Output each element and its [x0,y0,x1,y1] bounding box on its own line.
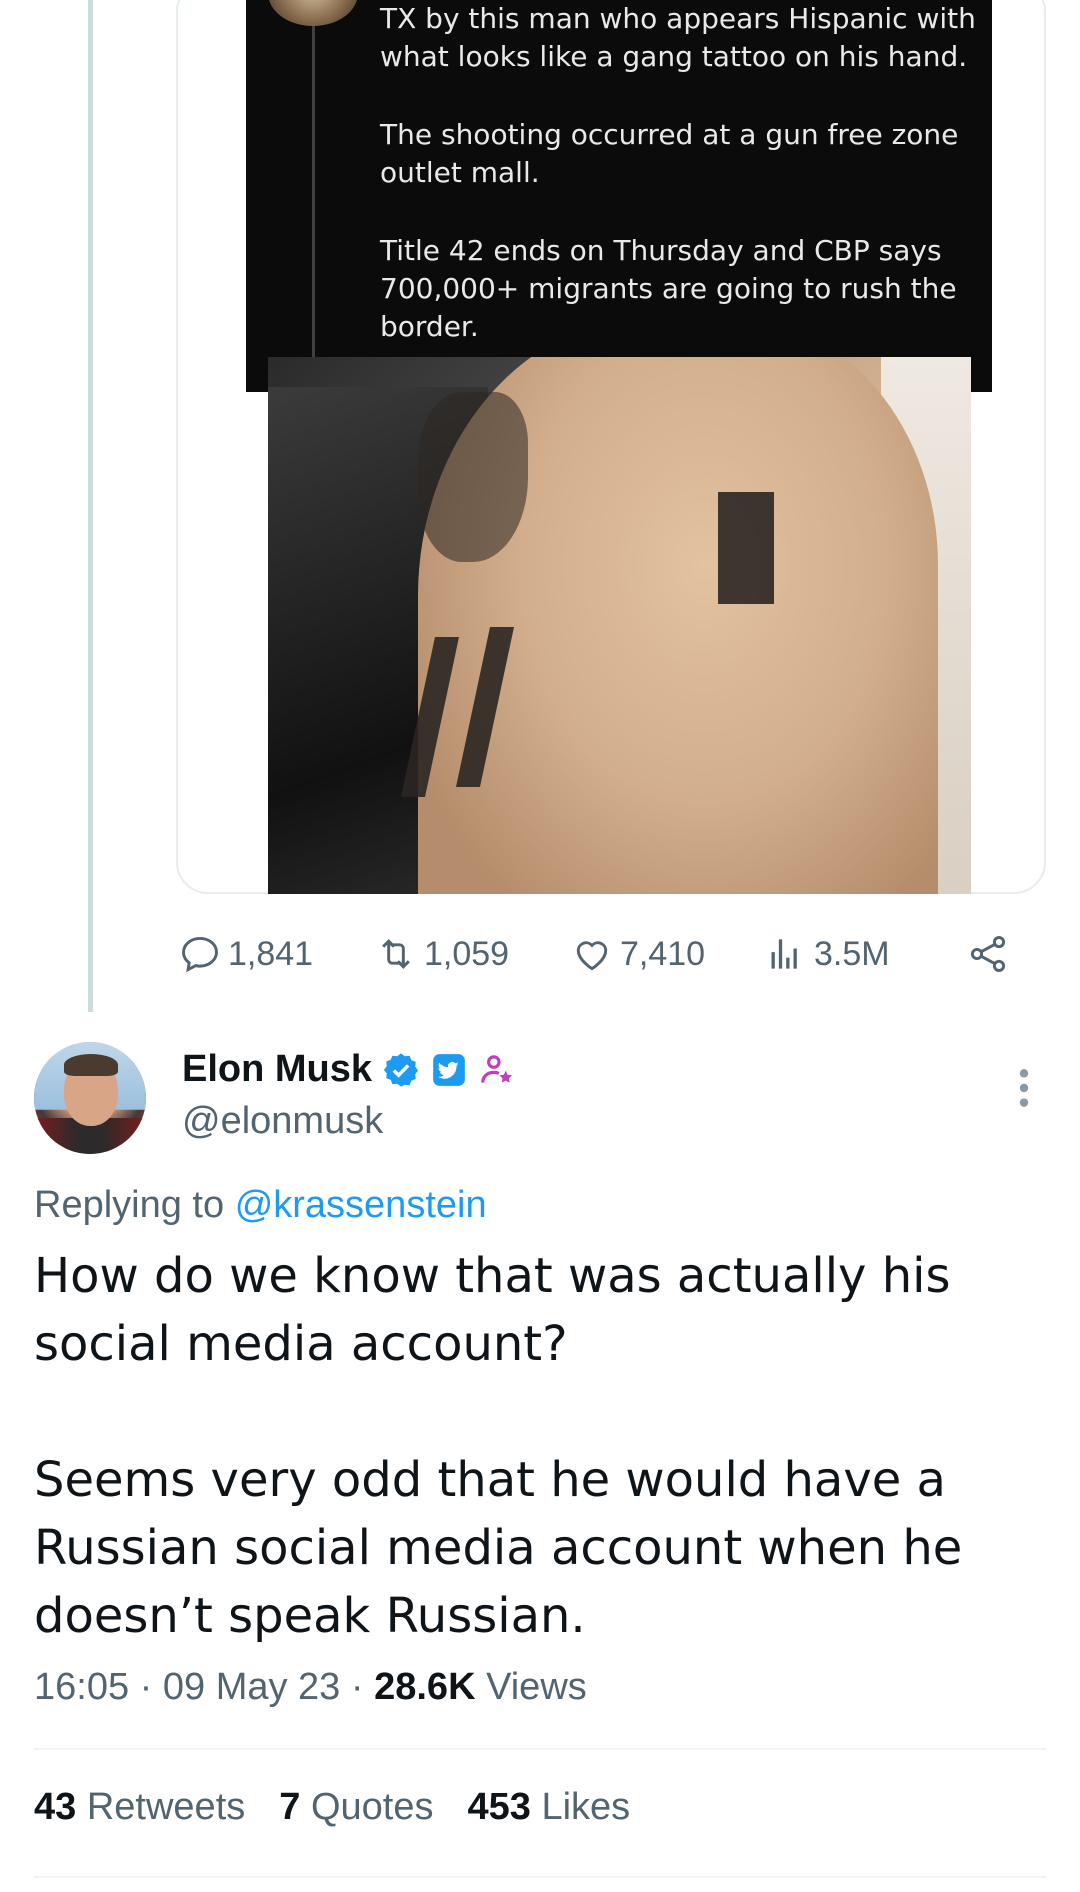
share-button[interactable] [966,926,1010,982]
replying-to-handle-link[interactable]: @krassenstein [235,1184,487,1226]
reply-count: 1,841 [228,934,314,973]
tweet-views-label: Views [486,1666,587,1708]
replying-to-line: Replying to @krassenstein [34,1184,487,1227]
author-name[interactable]: Elon Musk [182,1048,372,1091]
separator-dot: · [139,1666,163,1708]
screenshot-thread-line [312,26,315,366]
tweet-stats: 43 Retweets 7 Quotes 453 Likes [34,1786,630,1829]
divider [34,1876,1046,1878]
more-options-icon[interactable] [1010,1066,1038,1110]
engagement-bar: 1,841 1,059 7,410 3.5M [178,926,1018,982]
reply-icon [182,936,218,973]
share-icon [970,936,1006,972]
tweet-time[interactable]: 16:05 [34,1666,129,1708]
retweet-count: 1,059 [424,934,510,973]
replying-to-label: Replying to [34,1184,225,1226]
like-count: 7,410 [620,934,706,973]
author-handle[interactable]: @elonmusk [182,1100,383,1143]
retweets-stat[interactable]: 43 Retweets [34,1786,245,1829]
screenshot-paragraph: Title 42 ends on Thursday and CBP says 7… [380,234,957,343]
tattoo-photo[interactable] [268,357,971,894]
screenshot-tweet-text: TX by this man who appears Hispanic with… [380,0,980,386]
like-button[interactable]: 7,410 [570,926,705,982]
avatar-hair [64,1054,118,1076]
quotes-stat[interactable]: 7 Quotes [279,1786,433,1829]
verified-badge-icon[interactable] [382,1051,420,1089]
views-button[interactable]: 3.5M [764,926,890,982]
likes-stat[interactable]: 453 Likes [467,1786,630,1829]
tweet-paragraph: Seems very odd that he would have a Russ… [34,1452,963,1644]
avatar[interactable] [34,1042,146,1154]
bar-chart-icon [771,939,797,969]
chest-tattoo [718,492,774,604]
views-count: 3.5M [814,934,890,973]
separator-dot: · [350,1666,375,1708]
tweet-date[interactable]: 09 May 23 [163,1666,340,1708]
screenshot-paragraph: TX by this man who appears Hispanic with… [380,2,976,73]
retweet-icon [382,939,410,969]
twitter-affiliate-icon[interactable] [430,1051,468,1089]
tweet-paragraph: How do we know that was actually his soc… [34,1248,951,1372]
quotes-stat-label: Quotes [310,1786,434,1828]
divider [34,1748,1046,1750]
shoulder-tattoo [418,392,528,562]
heart-icon [576,941,608,971]
tweet-text: How do we know that was actually his soc… [34,1242,1044,1650]
retweets-stat-label: Retweets [86,1786,246,1828]
likes-stat-count: 453 [467,1786,531,1828]
tweet-views-count: 28.6K [374,1666,476,1708]
reply-button[interactable]: 1,841 [178,926,313,982]
author-name-row: Elon Musk [182,1048,516,1091]
likes-stat-label: Likes [541,1786,631,1828]
screenshot-paragraph: The shooting occurred at a gun free zone… [380,118,959,189]
quotes-stat-count: 7 [279,1786,301,1828]
person-star-icon[interactable] [478,1051,516,1089]
retweet-button[interactable]: 1,059 [374,926,509,982]
tweet-metadata: 16:05 · 09 May 23 · 28.6K Views [34,1666,587,1709]
retweets-stat-count: 43 [34,1786,77,1828]
thread-connector-line [88,0,93,1012]
